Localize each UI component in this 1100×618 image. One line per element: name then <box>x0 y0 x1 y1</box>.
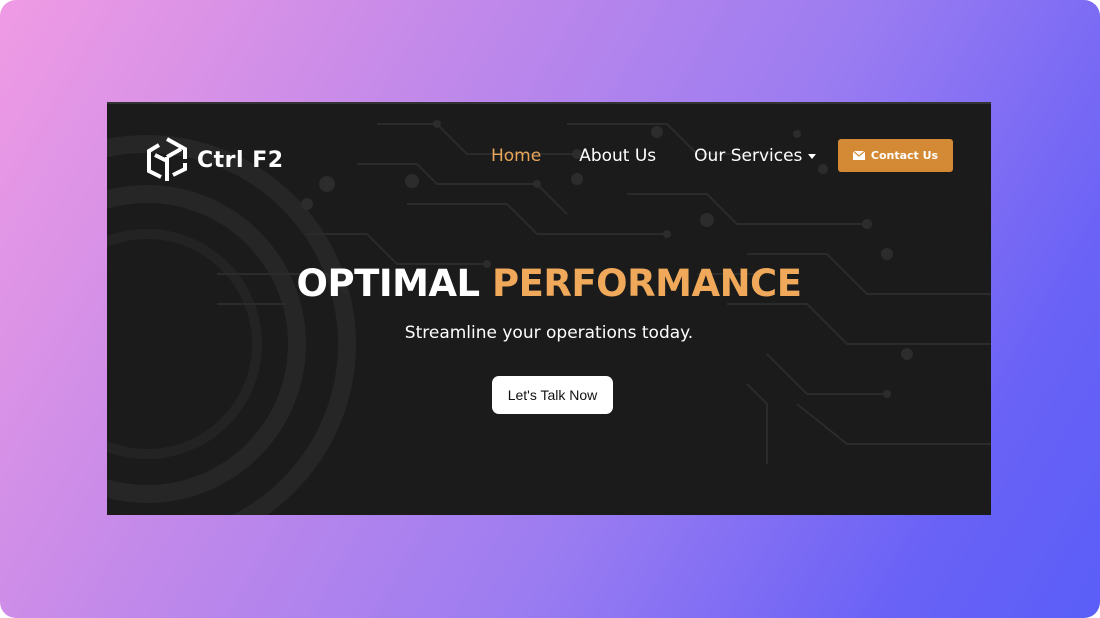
caret-down-icon <box>808 153 817 159</box>
nav-item-about-us[interactable]: About Us <box>579 146 656 166</box>
cube-logo-icon <box>147 137 187 181</box>
hero-title-accent: PERFORMANCE <box>492 262 802 305</box>
brand-name: Ctrl F2 <box>197 147 284 173</box>
contact-us-label: Contact Us <box>870 149 939 162</box>
nav-item-our-services[interactable]: Our Services <box>694 146 817 166</box>
lets-talk-now-button[interactable]: Let's Talk Now <box>492 376 613 414</box>
contact-us-button[interactable]: Contact Us <box>838 139 953 172</box>
brand-logo[interactable]: Ctrl F2 <box>145 134 284 186</box>
nav-item-home[interactable]: Home <box>491 146 541 166</box>
hero-title: OPTIMAL PERFORMANCE <box>107 262 991 305</box>
envelope-icon <box>852 151 865 160</box>
nav-item-our-services-label: Our Services <box>694 146 803 166</box>
gradient-frame: Ctrl F2 Home About Us Our Services Conta… <box>0 0 1100 618</box>
main-navigation: Home About Us Our Services <box>491 141 854 171</box>
website-hero-section: Ctrl F2 Home About Us Our Services Conta… <box>107 102 991 515</box>
hero-title-plain: OPTIMAL <box>296 262 481 305</box>
hero-subtitle: Streamline your operations today. <box>404 323 694 343</box>
